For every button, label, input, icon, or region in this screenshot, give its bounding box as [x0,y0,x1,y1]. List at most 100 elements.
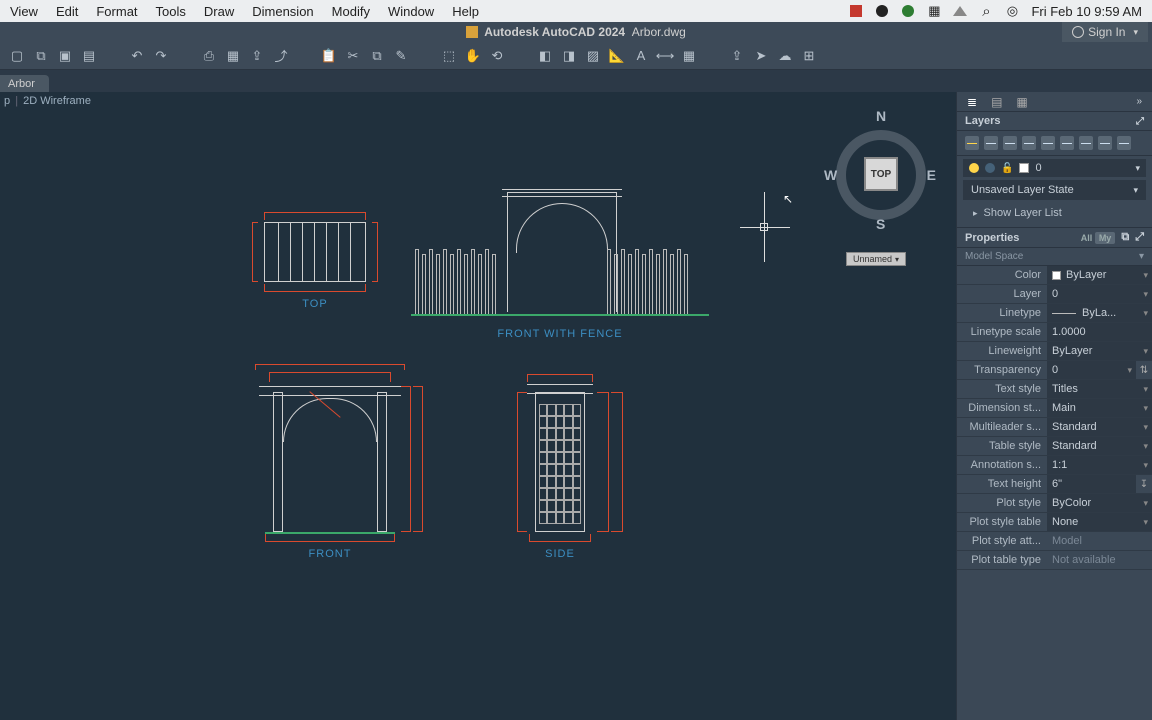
property-value[interactable]: Standard▾ [1047,437,1152,455]
menu-draw[interactable]: Draw [204,4,234,19]
current-layer-dropdown[interactable]: 🔓 0 ▾ [963,159,1146,177]
signin-button[interactable]: Sign In ▾ [1062,22,1148,42]
save-icon[interactable]: ▣ [56,47,74,65]
property-label: Plot style table [957,516,1047,528]
cut-icon[interactable]: ✂ [344,47,362,65]
property-label: Table style [957,440,1047,452]
menu-view[interactable]: View [10,4,38,19]
property-row: Dimension st...Main▾ [957,399,1152,418]
dim-icon[interactable]: ⟷ [656,47,674,65]
layer-state-dropdown[interactable]: Unsaved Layer State ▾ [963,180,1146,200]
control-center-icon[interactable] [1005,4,1019,18]
panel-tab-blocks-icon[interactable]: ▦ [1016,95,1027,109]
property-value[interactable]: 1.0000 [1047,323,1152,341]
wifi-icon[interactable] [953,4,967,18]
layers-restore-icon[interactable]: ⤢ [1136,116,1144,127]
menu-edit[interactable]: Edit [56,4,78,19]
paste-icon[interactable]: 📋 [320,47,338,65]
panel-tab-props-icon[interactable]: ▤ [991,95,1002,109]
status-sync-icon[interactable] [875,4,889,18]
xref-icon[interactable]: ◨ [560,47,578,65]
layer-tool-9[interactable] [1117,136,1131,150]
measure-icon[interactable]: 📐 [608,47,626,65]
redo-icon[interactable]: ↷ [152,47,170,65]
property-label: Lineweight [957,345,1047,357]
copy-icon[interactable]: ⧉ [368,47,386,65]
menu-window[interactable]: Window [388,4,434,19]
property-value[interactable]: ByColor▾ [1047,494,1152,512]
pick-height-icon[interactable]: ↧ [1136,479,1152,490]
property-value[interactable]: Titles▾ [1047,380,1152,398]
open-icon[interactable]: ⧉ [32,47,50,65]
signin-label: Sign In [1088,25,1125,39]
plot-icon[interactable]: ⎙ [200,47,218,65]
properties-panel-title: Properties All My ⧉ ⤢ [957,227,1152,248]
menubar-clock[interactable]: Fri Feb 10 9:59 AM [1031,4,1142,19]
property-value[interactable]: ByLayer▾ [1047,342,1152,360]
layer-tool-2[interactable] [984,136,998,150]
drawing-canvas[interactable]: p | 2D Wireframe TOP N S W E Unnamed ↖ [0,92,956,720]
new-icon[interactable]: ▢ [8,47,26,65]
menu-format[interactable]: Format [96,4,137,19]
menu-modify[interactable]: Modify [332,4,370,19]
panel-flyout-icon[interactable]: » [1136,96,1142,107]
status-ok-icon[interactable] [901,4,915,18]
property-value[interactable]: 6" [1047,475,1136,493]
pan-icon[interactable]: ✋ [464,47,482,65]
property-value[interactable]: ByLayer▾ [1047,266,1152,284]
property-value[interactable]: 0▾ [1047,361,1136,379]
view-side-label: SIDE [490,548,630,560]
doc-tab-arbor[interactable]: Arbor [0,75,49,92]
properties-scope-all[interactable]: All [1081,233,1093,243]
orbit-icon[interactable]: ⟲ [488,47,506,65]
property-value[interactable]: None▾ [1047,513,1152,531]
drawing-content: TOP FRONT WITH FENCE [0,92,956,720]
selection-set-dropdown[interactable]: Model Space ▾ [957,248,1152,266]
menu-dimension[interactable]: Dimension [252,4,313,19]
publish-icon[interactable]: ⇪ [248,47,266,65]
property-value[interactable]: Standard▾ [1047,418,1152,436]
layer-tool-4[interactable] [1022,136,1036,150]
spotlight-icon[interactable] [979,4,993,18]
apps-icon[interactable]: ⊞ [800,47,818,65]
export-icon[interactable]: ⤴ [272,47,290,65]
chevron-down-icon: ▾ [1143,422,1148,433]
panel-tab-layers-icon[interactable]: ≣ [967,95,977,109]
menu-help[interactable]: Help [452,4,479,19]
properties-restore-icon[interactable]: ⤢ [1135,231,1144,244]
text-icon[interactable]: A [632,47,650,65]
status-calendar-icon[interactable] [927,4,941,18]
property-label: Linetype scale [957,326,1047,338]
preview-icon[interactable]: ▦ [224,47,242,65]
show-layer-list-toggle[interactable]: Show Layer List [957,203,1152,227]
undo-icon[interactable]: ↶ [128,47,146,65]
layer-tool-8[interactable] [1098,136,1112,150]
table-icon[interactable]: ▦ [680,47,698,65]
send-icon[interactable]: ➤ [752,47,770,65]
match-icon[interactable]: ✎ [392,47,410,65]
block-icon[interactable]: ◧ [536,47,554,65]
share-icon[interactable]: ⇪ [728,47,746,65]
layer-tool-5[interactable] [1041,136,1055,150]
status-app-icon[interactable] [849,4,863,18]
property-row: LinetypeByLa...▾ [957,304,1152,323]
quick-select-icon[interactable]: ⧉ [1121,231,1129,244]
hatch-icon[interactable]: ▨ [584,47,602,65]
property-value[interactable]: Main▾ [1047,399,1152,417]
menu-tools[interactable]: Tools [156,4,186,19]
layer-tool-6[interactable] [1060,136,1074,150]
zoom-window-icon[interactable]: ⬚ [440,47,458,65]
layer-tool-3[interactable] [1003,136,1017,150]
properties-scope-my[interactable]: My [1095,232,1116,244]
property-value[interactable]: ByLa...▾ [1047,304,1152,322]
selection-label: Model Space [965,251,1023,262]
property-value[interactable]: 0▾ [1047,285,1152,303]
slider-icon[interactable]: ⇅ [1136,365,1152,376]
saveas-icon[interactable]: ▤ [80,47,98,65]
cloud-icon[interactable]: ☁ [776,47,794,65]
layer-tool-7[interactable] [1079,136,1093,150]
property-value[interactable]: 1:1▾ [1047,456,1152,474]
layer-tool-1[interactable] [965,136,979,150]
side-panels: ≣ ▤ ▦ » Layers ⤢ 🔓 0 ▾ [956,92,1152,720]
color-swatch [1052,271,1061,280]
